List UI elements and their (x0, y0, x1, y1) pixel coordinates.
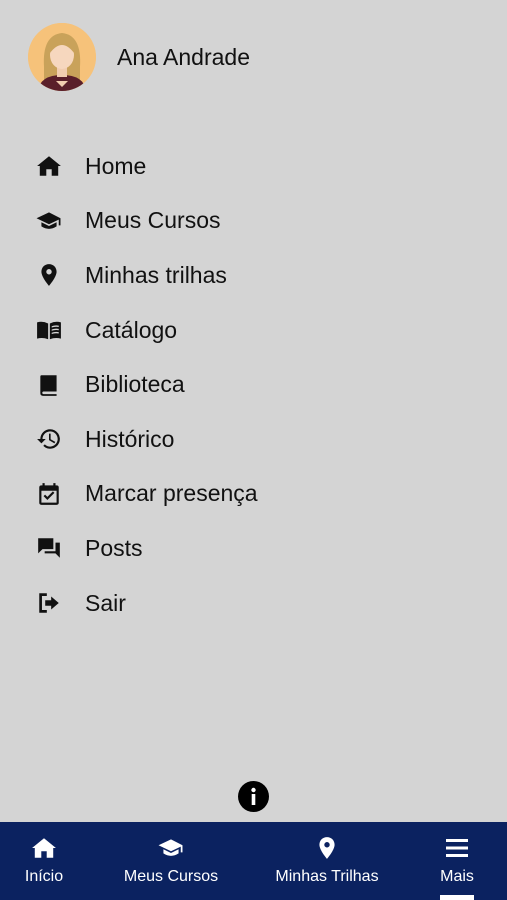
nav-tab-mais[interactable]: Mais (420, 822, 494, 900)
menu-item-home[interactable]: Home (35, 139, 258, 194)
open-book-icon (35, 316, 63, 344)
avatar (28, 23, 96, 91)
graduation-cap-icon (154, 834, 188, 862)
menu-item-minhas-trilhas[interactable]: Minhas trilhas (35, 248, 258, 303)
female-avatar-icon (28, 23, 96, 91)
menu-item-meus-cursos[interactable]: Meus Cursos (35, 194, 258, 249)
menu-item-marcar-presenca[interactable]: Marcar presença (35, 467, 258, 522)
nav-tab-label: Mais (440, 868, 474, 885)
menu-item-label: Catálogo (85, 316, 178, 343)
nav-tab-label: Minhas Trilhas (275, 868, 379, 885)
sign-out-icon (35, 589, 63, 617)
menu-item-catalogo[interactable]: Catálogo (35, 303, 258, 358)
menu-item-label: Posts (85, 534, 143, 561)
history-icon (35, 425, 63, 453)
active-tab-indicator (440, 895, 474, 900)
home-icon (35, 152, 63, 180)
menu-item-historico[interactable]: Histórico (35, 412, 258, 467)
menu-item-label: Marcar presença (85, 480, 258, 507)
nav-tab-meus-cursos[interactable]: Meus Cursos (116, 822, 226, 900)
menu-item-label: Home (85, 152, 147, 179)
nav-tab-label: Meus Cursos (123, 868, 219, 885)
graduation-cap-icon (35, 207, 63, 235)
user-name: Ana Andrade (117, 43, 251, 70)
nav-tab-label: Início (24, 868, 64, 885)
menu-item-posts[interactable]: Posts (35, 521, 258, 576)
map-pin-icon (35, 261, 63, 289)
drawer-menu: Home Meus Cursos Minhas trilhas Catálogo… (35, 139, 258, 630)
info-button[interactable] (238, 781, 269, 812)
chat-bubbles-icon (35, 534, 63, 562)
menu-item-biblioteca[interactable]: Biblioteca (35, 357, 258, 412)
nav-tab-inicio[interactable]: Início (4, 822, 84, 900)
map-pin-icon (314, 834, 340, 862)
menu-item-label: Biblioteca (85, 371, 185, 398)
menu-item-label: Histórico (85, 425, 175, 452)
calendar-check-icon (35, 480, 63, 508)
menu-item-label: Sair (85, 589, 126, 616)
user-profile: Ana Andrade (28, 23, 250, 91)
hamburger-menu-icon (444, 834, 470, 862)
book-icon (35, 371, 63, 399)
menu-item-label: Meus Cursos (85, 207, 221, 234)
menu-item-label: Minhas trilhas (85, 261, 227, 288)
home-icon (30, 834, 58, 862)
menu-item-sair[interactable]: Sair (35, 576, 258, 631)
nav-tab-minhas-trilhas[interactable]: Minhas Trilhas (267, 822, 387, 900)
bottom-navigation-bar: Início Meus Cursos Minhas Trilhas Mais (0, 822, 507, 900)
info-icon (251, 787, 256, 805)
